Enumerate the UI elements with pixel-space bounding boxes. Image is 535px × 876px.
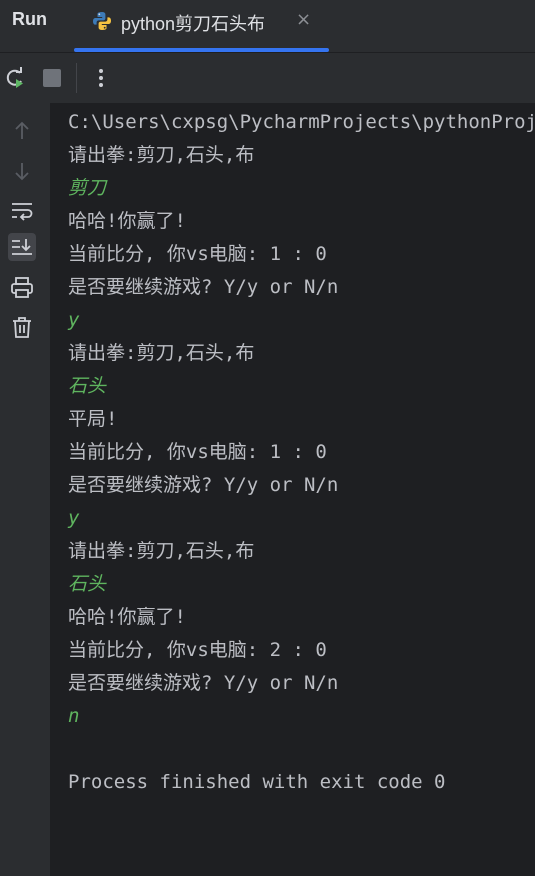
stop-icon[interactable] bbox=[39, 65, 65, 91]
console-input-line: 剪刀 bbox=[68, 177, 107, 199]
run-toolbar bbox=[0, 53, 535, 103]
scroll-to-end-icon[interactable] bbox=[8, 233, 36, 261]
console-input-line: 石头 bbox=[68, 375, 107, 397]
tab-title: python剪刀石头布 bbox=[121, 14, 266, 34]
console-output[interactable]: C:\Users\cxpsg\PycharmProjects\pythonPro… bbox=[50, 103, 535, 876]
console-output-line: C:\Users\cxpsg\PycharmProjects\pythonPro… bbox=[68, 111, 535, 133]
console-input-line: 石头 bbox=[68, 573, 107, 595]
console-input-line: y bbox=[68, 309, 80, 331]
python-icon bbox=[91, 10, 113, 32]
tab-python-rps[interactable]: python剪刀石头布 × bbox=[74, 0, 329, 52]
soft-wrap-icon[interactable] bbox=[8, 196, 36, 224]
more-vertical-icon[interactable] bbox=[88, 65, 114, 91]
rerun-icon[interactable] bbox=[2, 65, 28, 91]
tab-active-indicator bbox=[74, 48, 329, 52]
trash-icon[interactable] bbox=[8, 313, 36, 341]
console-output-line: 哈哈!你赢了! bbox=[68, 606, 186, 628]
console-output-line: 当前比分, 你vs电脑: 1 : 0 bbox=[68, 243, 327, 265]
print-icon[interactable] bbox=[8, 274, 36, 302]
console-output-line: 是否要继续游戏? Y/y or N/n bbox=[68, 474, 339, 496]
toolbar-separator bbox=[76, 63, 77, 93]
console-output-line: 当前比分, 你vs电脑: 1 : 0 bbox=[68, 441, 327, 463]
console-input-line: y bbox=[68, 507, 80, 529]
run-header: Run python剪刀石头布 × bbox=[0, 0, 535, 53]
console-output-line: 当前比分, 你vs电脑: 2 : 0 bbox=[68, 639, 327, 661]
console-output-line: 请出拳:剪刀,石头,布 bbox=[68, 342, 255, 364]
console-output-line: 哈哈!你赢了! bbox=[68, 210, 186, 232]
console-output-line: 是否要继续游戏? Y/y or N/n bbox=[68, 276, 339, 298]
console-output-line: 平局! bbox=[68, 408, 118, 430]
console-output-line: 是否要继续游戏? Y/y or N/n bbox=[68, 672, 339, 694]
close-icon[interactable]: × bbox=[296, 9, 311, 30]
console-input-line: n bbox=[68, 705, 80, 727]
run-title: Run bbox=[12, 9, 47, 29]
arrow-down-icon[interactable] bbox=[8, 157, 36, 185]
run-tool-window: Run python剪刀石头布 × C:\Users\cxpsg\Pycharm… bbox=[0, 0, 535, 876]
console-output-line: Process finished with exit code 0 bbox=[68, 771, 446, 793]
console-gutter bbox=[0, 103, 50, 876]
arrow-up-icon[interactable] bbox=[8, 117, 36, 145]
console-output-line: 请出拳:剪刀,石头,布 bbox=[68, 540, 255, 562]
console-output-line: 请出拳:剪刀,石头,布 bbox=[68, 144, 255, 166]
